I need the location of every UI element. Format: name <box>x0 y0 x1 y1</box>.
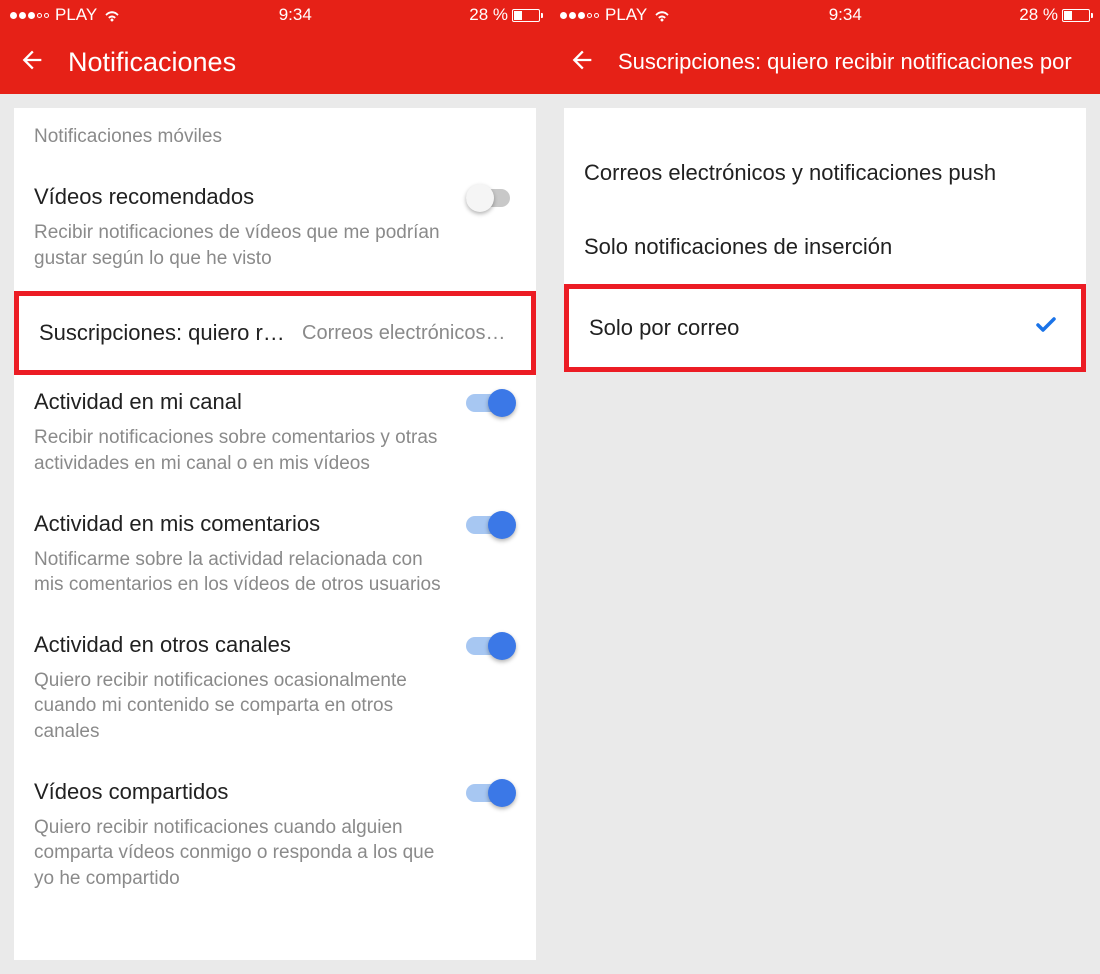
highlight-selected-option: Solo por correo <box>564 284 1086 372</box>
toggle-channel-activity[interactable] <box>466 389 516 417</box>
nav-bar: Notificaciones <box>0 30 550 94</box>
option-email-only[interactable]: Solo por correo <box>569 289 1081 367</box>
wifi-icon <box>653 8 671 22</box>
status-bar: PLAY 9:34 28 % <box>0 0 550 30</box>
row-shared-videos[interactable]: Vídeos compartidos Quiero recibir notifi… <box>14 765 536 912</box>
option-label: Solo notificaciones de inserción <box>584 234 892 260</box>
page-title: Notificaciones <box>68 47 236 78</box>
row-desc: Recibir notificaciones sobre comentarios… <box>34 425 516 476</box>
carrier-label: PLAY <box>55 5 97 25</box>
status-bar: PLAY 9:34 28 % <box>550 0 1100 30</box>
status-left: PLAY <box>560 5 671 25</box>
row-title: Actividad en otros canales <box>34 632 516 658</box>
battery-percent: 28 % <box>1019 5 1058 25</box>
status-time: 9:34 <box>279 5 312 25</box>
status-right: 28 % <box>469 5 540 25</box>
status-left: PLAY <box>10 5 121 25</box>
options-content: Correos electrónicos y notificaciones pu… <box>550 94 1100 974</box>
row-title: Actividad en mis comentarios <box>34 511 516 537</box>
row-title: Vídeos compartidos <box>34 779 516 805</box>
toggle-recommended-videos[interactable] <box>466 184 516 212</box>
row-value: Correos electrónicos y notificaciones pu… <box>302 322 511 345</box>
settings-card: Notificaciones móviles Vídeos recomendad… <box>14 108 536 960</box>
option-label: Correos electrónicos y notificaciones pu… <box>584 160 996 186</box>
option-label: Solo por correo <box>589 315 739 341</box>
back-arrow-icon[interactable] <box>18 46 46 79</box>
toggle-shared-videos[interactable] <box>466 779 516 807</box>
checkmark-icon <box>1031 313 1061 343</box>
cellular-signal-icon <box>560 12 599 19</box>
option-email-and-push[interactable]: Correos electrónicos y notificaciones pu… <box>564 136 1086 210</box>
option-push-only[interactable]: Solo notificaciones de inserción <box>564 210 1086 284</box>
row-other-channels[interactable]: Actividad en otros canales Quiero recibi… <box>14 618 536 765</box>
page-title: Suscripciones: quiero recibir notificaci… <box>618 49 1072 75</box>
row-channel-activity[interactable]: Actividad en mi canal Recibir notificaci… <box>14 375 536 496</box>
battery-fill <box>1064 11 1072 20</box>
toggle-comment-activity[interactable] <box>466 511 516 539</box>
battery-icon <box>512 9 540 22</box>
row-recommended-videos[interactable]: Vídeos recomendados Recibir notificacion… <box>14 170 536 291</box>
row-desc: Recibir notificaciones de vídeos que me … <box>34 220 516 271</box>
carrier-label: PLAY <box>605 5 647 25</box>
highlight-subscriptions: Suscripciones: quiero recibir notificaci… <box>14 291 536 375</box>
row-desc: Quiero recibir notificaciones cuando alg… <box>34 815 516 892</box>
row-desc: Quiero recibir notificaciones ocasionalm… <box>34 668 516 745</box>
row-title: Actividad en mi canal <box>34 389 516 415</box>
battery-fill <box>514 11 522 20</box>
status-time: 9:34 <box>829 5 862 25</box>
back-arrow-icon[interactable] <box>568 46 596 79</box>
row-subscriptions[interactable]: Suscripciones: quiero recibir notificaci… <box>19 296 531 370</box>
status-right: 28 % <box>1019 5 1090 25</box>
row-comment-activity[interactable]: Actividad en mis comentarios Notificarme… <box>14 497 536 618</box>
battery-icon <box>1062 9 1090 22</box>
row-label: Suscripciones: quiero recibir notificaci… <box>39 320 292 346</box>
row-desc: Notificarme sobre la actividad relaciona… <box>34 547 516 598</box>
nav-bar: Suscripciones: quiero recibir notificaci… <box>550 30 1100 94</box>
cellular-signal-icon <box>10 12 49 19</box>
battery-percent: 28 % <box>469 5 508 25</box>
toggle-other-channels[interactable] <box>466 632 516 660</box>
wifi-icon <box>103 8 121 22</box>
section-header-mobile: Notificaciones móviles <box>14 120 536 170</box>
options-card: Correos electrónicos y notificaciones pu… <box>564 108 1086 372</box>
row-title: Vídeos recomendados <box>34 184 516 210</box>
settings-content: Notificaciones móviles Vídeos recomendad… <box>0 94 550 974</box>
screen-subscription-options: PLAY 9:34 28 % Suscripciones: quiero rec… <box>550 0 1100 974</box>
screen-notifications: PLAY 9:34 28 % Notificaciones Notificaci… <box>0 0 550 974</box>
